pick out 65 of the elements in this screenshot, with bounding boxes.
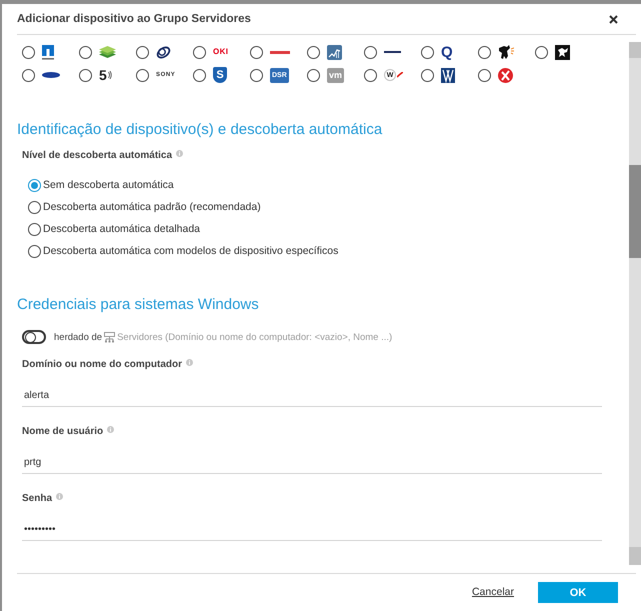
radio-button[interactable] [193,68,206,82]
radio-button[interactable] [478,68,491,82]
radio-button[interactable] [28,222,41,236]
line-logo-icon [384,51,401,53]
radio-button[interactable] [193,46,206,58]
cancel-link[interactable]: Cancelar [472,582,514,603]
option-label[interactable]: Sem descoberta automática [43,179,174,191]
square-logo-icon [42,44,54,60]
radio-button[interactable] [535,46,548,58]
radio-button[interactable] [28,200,41,214]
option-label[interactable]: Descoberta automática detalhada [43,223,200,235]
figure-tile-icon [555,44,570,60]
scrollbar[interactable] [629,42,641,565]
radio-button[interactable] [421,46,434,58]
dialog-title: Adicionar dispositivo ao Grupo Servidores [17,13,251,25]
radio-button[interactable] [421,68,434,82]
radio-button[interactable] [79,68,92,82]
info-icon [56,493,64,500]
line-logo-icon [270,50,290,54]
radio-button[interactable] [22,68,35,82]
radio-button[interactable] [307,46,320,58]
radio-button[interactable] [22,46,35,58]
info-icon [107,426,114,433]
radio-button[interactable] [478,46,491,58]
field-label: Domínio ou nome do computador [22,358,182,372]
group-icon [104,332,116,342]
ring-logo-icon [156,44,171,60]
field-label: Senha [22,492,52,506]
toggle-switch[interactable] [22,330,46,344]
inherit-source: Servidores (Domínio ou nome do computador: <vazio>, Nome ...) [117,332,392,342]
oval-logo-icon [42,72,60,78]
info-icon [186,359,193,366]
option-label[interactable]: Descoberta automática com modelos de dispositivo específicos [43,245,338,257]
field-label: Nível de descoberta automática [22,149,172,163]
scrollbar-thumb[interactable] [629,165,641,258]
layers-icon [99,46,116,58]
radio-button[interactable] [28,244,41,258]
close-icon [609,14,618,24]
logo-wordmark: Q [441,44,453,60]
logo-wordmark: 5 [99,68,107,82]
chart-tile-icon [327,44,342,60]
radio-button[interactable] [136,46,149,58]
inherit-label: herdado de [54,332,102,342]
figure-icon [498,44,514,60]
radio-button[interactable] [250,68,263,82]
logo-wordmark: OKI [213,48,228,56]
swoosh-icon [397,72,403,78]
section-heading: Identificação de dispositivo(s) e descoberta automática [17,121,384,139]
info-icon [176,150,184,157]
radio-button[interactable] [364,46,377,58]
radio-button[interactable] [250,46,263,58]
field-label: Nome de usuário [22,425,104,439]
radio-button[interactable] [28,178,41,192]
cross-circle-icon [498,68,513,82]
radio-button[interactable] [364,68,377,82]
radio-button[interactable] [136,68,149,82]
option-label[interactable]: Descoberta automática padrão (recomendada) [43,201,261,213]
section-heading: Credenciais para sistemas Windows [17,296,260,314]
lines-tile-icon [441,68,455,82]
tile-logo: vm [327,68,344,82]
radio-button[interactable] [307,68,320,82]
sound-waves-icon [108,71,112,79]
radio-button[interactable] [79,46,92,58]
shield-logo: S [213,67,227,83]
close-button[interactable] [609,14,618,24]
